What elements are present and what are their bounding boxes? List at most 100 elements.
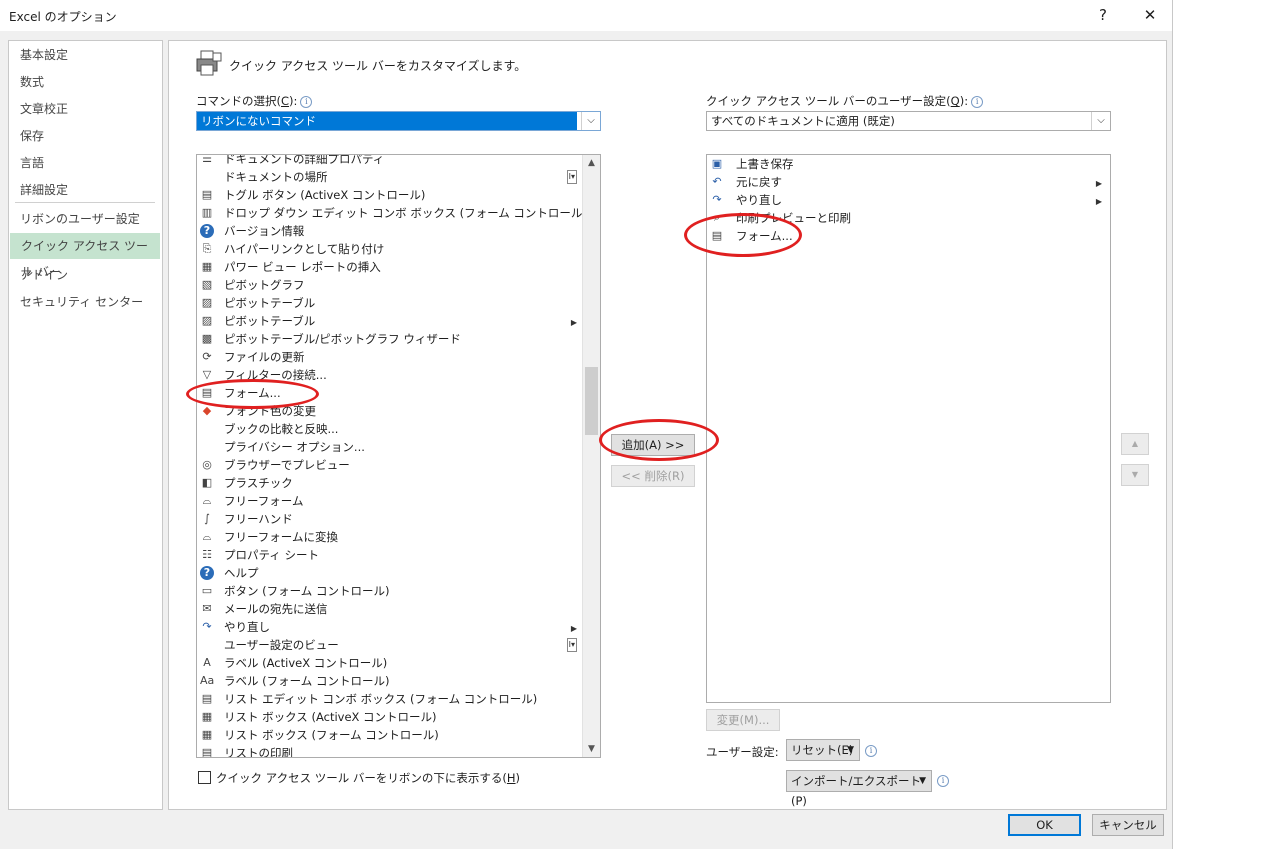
remove-button[interactable]: << 削除(R) — [611, 465, 695, 487]
customize-qat-combo[interactable]: すべてのドキュメントに適用 (既定) ⌵ — [706, 111, 1111, 131]
list-item-label: ドロップ ダウン エディット コンボ ボックス (フォーム コントロール) — [224, 206, 587, 220]
import-export-dropdown[interactable]: インポート/エクスポート(P) ▼ — [786, 770, 932, 808]
move-down-button[interactable]: ▼ — [1121, 464, 1149, 486]
title-bar: Excel のオプション ? ✕ — [0, 0, 1172, 31]
import-export-label: インポート/エクスポート(P) — [791, 774, 922, 808]
info-icon: i — [865, 745, 877, 757]
pivot-table-icon: ▨ — [201, 314, 213, 327]
scroll-up-icon[interactable]: ▲ — [583, 155, 600, 171]
list-item[interactable]: ▦ リスト ボックス (ActiveX コントロール) — [197, 708, 583, 726]
list-item[interactable]: ⎘ ハイパーリンクとして貼り付け — [197, 240, 583, 258]
list-item-label: フリーフォーム — [224, 494, 304, 508]
list-item-label: フリーフォームに変換 — [224, 530, 338, 544]
list-item-label: パワー ビュー レポートの挿入 — [224, 260, 381, 274]
list-item[interactable]: ⌓ フリーフォーム — [197, 492, 583, 510]
move-up-button[interactable]: ▲ — [1121, 433, 1149, 455]
reset-dropdown[interactable]: リセット(E) ▼ — [786, 739, 860, 761]
nav-item-1[interactable]: 数式 — [9, 69, 160, 95]
list-item[interactable]: ▨ ピボットテーブル ▶ — [197, 312, 583, 330]
modify-button[interactable]: 変更(M)... — [706, 709, 780, 731]
show-below-ribbon-checkbox[interactable] — [198, 771, 211, 784]
undo-icon: ↶ — [712, 175, 722, 188]
customize-qat-value: すべてのドキュメントに適用 (既定) — [711, 114, 895, 128]
nav-item-7[interactable]: クイック アクセス ツール バー — [10, 233, 160, 279]
power-view-icon: ▦ — [201, 260, 213, 273]
toggle-icon: ▤ — [201, 188, 213, 201]
scroll-down-icon[interactable]: ▼ — [583, 741, 600, 757]
list-item[interactable]: プライバシー オプション... — [197, 438, 583, 456]
commands-list[interactable]: ☰ ドキュメントの詳細プロパティ ドキュメントの場所 I▾ ▤ トグル ボタン (Acti… — [196, 154, 601, 758]
list-item[interactable]: ▤ リストの印刷 — [197, 744, 583, 758]
list-item[interactable]: ◎ ブラウザーでプレビュー — [197, 456, 583, 474]
chevron-down-icon[interactable]: ⌵ — [581, 112, 600, 130]
freeform-icon: ⌓ — [202, 494, 212, 507]
list-item[interactable]: ▩ ピボットテーブル/ピボットグラフ ウィザード — [197, 330, 583, 348]
nav-item-3[interactable]: 保存 — [9, 123, 160, 149]
list-item-label: ハイパーリンクとして貼り付け — [224, 242, 385, 256]
list-item[interactable]: ↷ やり直し ▶ — [197, 618, 583, 636]
list-item[interactable]: ▣ 上書き保存 — [707, 155, 1110, 173]
list-item-label: ピボットテーブル — [224, 314, 316, 328]
list-item[interactable]: ? バージョン情報 — [197, 222, 583, 240]
list-item[interactable]: ↷ やり直し ▶ — [707, 191, 1110, 209]
button-control-icon: ▭ — [201, 584, 213, 597]
list-item[interactable]: ▤ トグル ボタン (ActiveX コントロール) — [197, 186, 583, 204]
list-item[interactable]: ▨ ピボットテーブル — [197, 294, 583, 312]
list-item[interactable]: ☷ プロパティ シート — [197, 546, 583, 564]
dropdown-control-icon: I▾ — [566, 638, 577, 652]
list-item-label: ヘルプ — [224, 566, 259, 580]
list-item[interactable]: ☰ ドキュメントの詳細プロパティ — [197, 155, 583, 168]
filter-icon: ▽ — [202, 368, 212, 381]
cancel-button[interactable]: キャンセル — [1092, 814, 1164, 836]
list-item-label: ピボットテーブル/ピボットグラフ ウィザード — [224, 332, 461, 346]
list-item[interactable]: ▤ リスト エディット コンボ ボックス (フォーム コントロール) — [197, 690, 583, 708]
list-item-label: リストの印刷 — [224, 746, 293, 758]
list-item[interactable]: ? ヘルプ — [197, 564, 583, 582]
list-item[interactable]: ▭ ボタン (フォーム コントロール) — [197, 582, 583, 600]
list-item[interactable]: ▦ パワー ビュー レポートの挿入 — [197, 258, 583, 276]
label-a-icon: A — [203, 656, 211, 669]
nav-item-5[interactable]: 詳細設定 — [9, 177, 160, 203]
reset-label: リセット(E) — [791, 743, 854, 757]
choose-commands-label: コマンドの選択(C): i — [196, 93, 313, 109]
caret-down-icon: ▼ — [919, 776, 926, 786]
label-aa-icon: Aa — [200, 674, 215, 687]
list-item[interactable]: ◧ プラスチック — [197, 474, 583, 492]
list-combo-icon: ▤ — [201, 692, 213, 705]
list-item-label: プラスチック — [224, 476, 293, 490]
nav-item-8[interactable]: アドイン — [9, 262, 160, 288]
options-nav: 基本設定 数式 文章校正 保存 言語 詳細設定リボンのユーザー設定 クイック アクセス ツー… — [8, 40, 163, 810]
list-item[interactable]: ユーザー設定のビュー I▾ — [197, 636, 583, 654]
list-item[interactable]: ⟳ ファイルの更新 — [197, 348, 583, 366]
list-item[interactable]: ✉ メールの宛先に送信 — [197, 600, 583, 618]
list-item[interactable]: ▧ ピボットグラフ — [197, 276, 583, 294]
commands-scrollbar[interactable]: ▲ ▼ — [582, 155, 600, 757]
annotation-ellipse — [684, 213, 802, 257]
nav-item-4[interactable]: 言語 — [9, 150, 160, 176]
scroll-thumb[interactable] — [585, 367, 598, 435]
show-below-ribbon-label: クイック アクセス ツール バーをリボンの下に表示する(H) — [216, 771, 521, 785]
list-item[interactable]: ドキュメントの場所 I▾ — [197, 168, 583, 186]
list-item-label: ブラウザーでプレビュー — [224, 458, 350, 472]
list-item-label: バージョン情報 — [224, 224, 305, 238]
list-item[interactable]: ブックの比較と反映... — [197, 420, 583, 438]
info-icon: i — [300, 95, 313, 108]
chevron-down-icon[interactable]: ⌵ — [1091, 112, 1110, 130]
nav-item-6[interactable]: リボンのユーザー設定 — [9, 206, 160, 232]
list-item-label: フリーハンド — [224, 512, 293, 526]
list-item[interactable]: ↶ 元に戻す ▶ — [707, 173, 1110, 191]
list-item[interactable]: ∫ フリーハンド — [197, 510, 583, 528]
help-button[interactable]: ? — [1088, 4, 1118, 26]
list-item[interactable]: ▦ リスト ボックス (フォーム コントロール) — [197, 726, 583, 744]
ok-button[interactable]: OK — [1008, 814, 1081, 836]
list-item[interactable]: ▥ ドロップ ダウン エディット コンボ ボックス (フォーム コントロール) — [197, 204, 587, 222]
plastic-icon: ◧ — [201, 476, 213, 489]
choose-commands-combo[interactable]: リボンにないコマンド ⌵ — [196, 111, 601, 131]
list-item[interactable]: A ラベル (ActiveX コントロール) — [197, 654, 583, 672]
nav-item-2[interactable]: 文章校正 — [9, 96, 160, 122]
nav-item-0[interactable]: 基本設定 — [9, 42, 160, 68]
list-item[interactable]: ⌓ フリーフォームに変換 — [197, 528, 583, 546]
nav-item-9[interactable]: セキュリティ センター — [9, 289, 160, 315]
list-item[interactable]: Aa ラベル (フォーム コントロール) — [197, 672, 583, 690]
close-button[interactable]: ✕ — [1135, 4, 1165, 26]
